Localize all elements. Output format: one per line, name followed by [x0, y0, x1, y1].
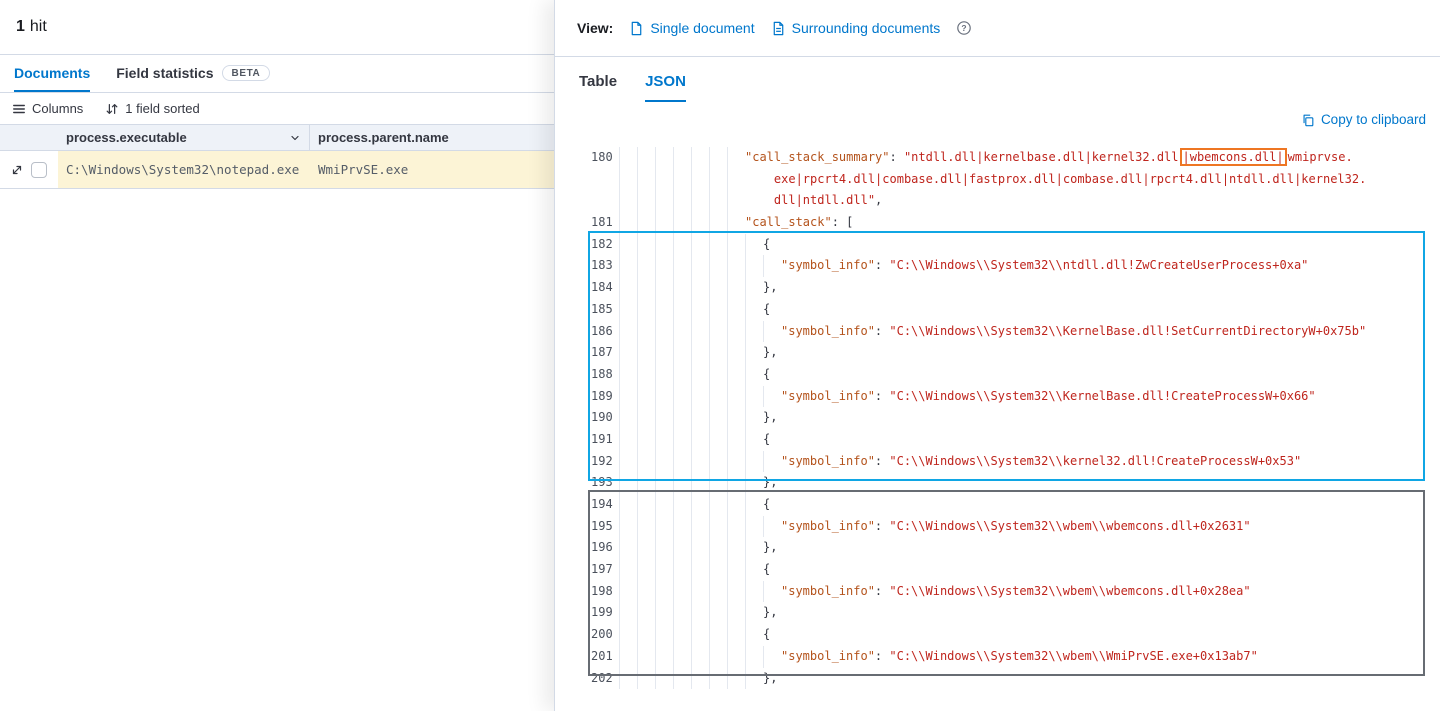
code-line[interactable]: 201"symbol_info": "C:\\Windows\\System32…	[591, 646, 1427, 668]
column-header-label: process.executable	[66, 130, 187, 145]
chevron-down-icon[interactable]	[289, 132, 301, 144]
code-line[interactable]: dll|ntdll.dll",	[591, 190, 1427, 212]
surrounding-documents-link[interactable]: Surrounding documents	[771, 20, 941, 36]
json-code[interactable]: 180"call_stack_summary": "ntdll.dll|kern…	[591, 141, 1427, 689]
grid-toolbar: Columns 1 field sorted	[0, 93, 554, 125]
code-line[interactable]: 193},	[591, 472, 1427, 494]
code-line[interactable]: 192"symbol_info": "C:\\Windows\\System32…	[591, 451, 1427, 473]
results-panel: 1 hit Documents Field statistics BETA Co…	[0, 0, 554, 711]
code-line[interactable]: 200{	[591, 624, 1427, 646]
tab-field-statistics[interactable]: Field statistics BETA	[116, 55, 270, 92]
code-line[interactable]: 196},	[591, 537, 1427, 559]
tab-json[interactable]: JSON	[645, 73, 686, 102]
document-icon	[629, 21, 644, 36]
hits-summary: 1 hit	[0, 0, 554, 55]
svg-text:?: ?	[962, 23, 967, 33]
beta-badge: BETA	[222, 65, 271, 81]
code-line[interactable]: 181"call_stack": [	[591, 212, 1427, 234]
hits-count: 1	[16, 18, 25, 36]
table-row: C:\Windows\System32\notepad.exe WmiPrvSE…	[0, 151, 554, 189]
copy-label: Copy to clipboard	[1321, 112, 1426, 127]
code-line[interactable]: 202},	[591, 668, 1427, 690]
results-tabs: Documents Field statistics BETA	[0, 55, 554, 93]
document-flyout: View: Single document Surrounding docume…	[554, 0, 1440, 711]
grid-header: process.executable process.parent.name	[0, 125, 554, 151]
code-line[interactable]: 180"call_stack_summary": "ntdll.dll|kern…	[591, 147, 1427, 169]
flyout-header: View: Single document Surrounding docume…	[555, 0, 1440, 57]
code-line[interactable]: 188{	[591, 364, 1427, 386]
column-header-label: process.parent.name	[318, 130, 449, 145]
code-line[interactable]: 183"symbol_info": "C:\\Windows\\System32…	[591, 255, 1427, 277]
code-line[interactable]: 195"symbol_info": "C:\\Windows\\System32…	[591, 516, 1427, 538]
cell-process-executable[interactable]: C:\Windows\System32\notepad.exe	[58, 151, 310, 188]
code-line[interactable]: 191{	[591, 429, 1427, 451]
tab-documents[interactable]: Documents	[14, 55, 90, 92]
column-header-process-executable[interactable]: process.executable	[58, 125, 310, 150]
sorted-label: 1 field sorted	[125, 101, 199, 116]
code-line[interactable]: 189"symbol_info": "C:\\Windows\\System32…	[591, 386, 1427, 408]
copy-to-clipboard-button[interactable]: Copy to clipboard	[555, 102, 1440, 127]
code-line[interactable]: 190},	[591, 407, 1427, 429]
column-header-process-parent-name[interactable]: process.parent.name	[310, 125, 554, 150]
single-document-link[interactable]: Single document	[629, 20, 754, 36]
code-line[interactable]: 199},	[591, 602, 1427, 624]
flyout-tabs: Table JSON	[555, 57, 1440, 102]
row-checkbox[interactable]	[31, 162, 47, 178]
header-control-cell	[0, 125, 58, 150]
sort-icon	[105, 102, 119, 116]
sort-fields-button[interactable]: 1 field sorted	[105, 101, 199, 116]
help-icon[interactable]: ?	[956, 20, 972, 36]
columns-button[interactable]: Columns	[12, 101, 83, 116]
copy-icon	[1301, 113, 1315, 127]
single-document-label: Single document	[650, 20, 754, 36]
tab-documents-label: Documents	[14, 65, 90, 81]
discover-page: 1 hit Documents Field statistics BETA Co…	[0, 0, 1440, 711]
row-controls	[0, 151, 58, 188]
code-line[interactable]: 194{	[591, 494, 1427, 516]
code-line[interactable]: 198"symbol_info": "C:\\Windows\\System32…	[591, 581, 1427, 603]
documents-icon	[771, 21, 786, 36]
hits-label: hit	[30, 18, 47, 36]
view-label: View:	[577, 20, 613, 36]
tab-table[interactable]: Table	[579, 73, 617, 102]
expand-row-icon[interactable]	[10, 163, 24, 177]
code-line[interactable]: 197{	[591, 559, 1427, 581]
columns-icon	[12, 102, 26, 116]
columns-label: Columns	[32, 101, 83, 116]
code-line[interactable]: 186"symbol_info": "C:\\Windows\\System32…	[591, 321, 1427, 343]
tab-field-statistics-label: Field statistics	[116, 65, 213, 81]
surrounding-documents-label: Surrounding documents	[792, 20, 941, 36]
code-line[interactable]: 184},	[591, 277, 1427, 299]
code-line[interactable]: 185{	[591, 299, 1427, 321]
code-line[interactable]: 187},	[591, 342, 1427, 364]
code-line[interactable]: exe|rpcrt4.dll|combase.dll|fastprox.dll|…	[591, 169, 1427, 191]
code-line[interactable]: 182{	[591, 234, 1427, 256]
cell-process-parent-name[interactable]: WmiPrvSE.exe	[310, 151, 554, 188]
